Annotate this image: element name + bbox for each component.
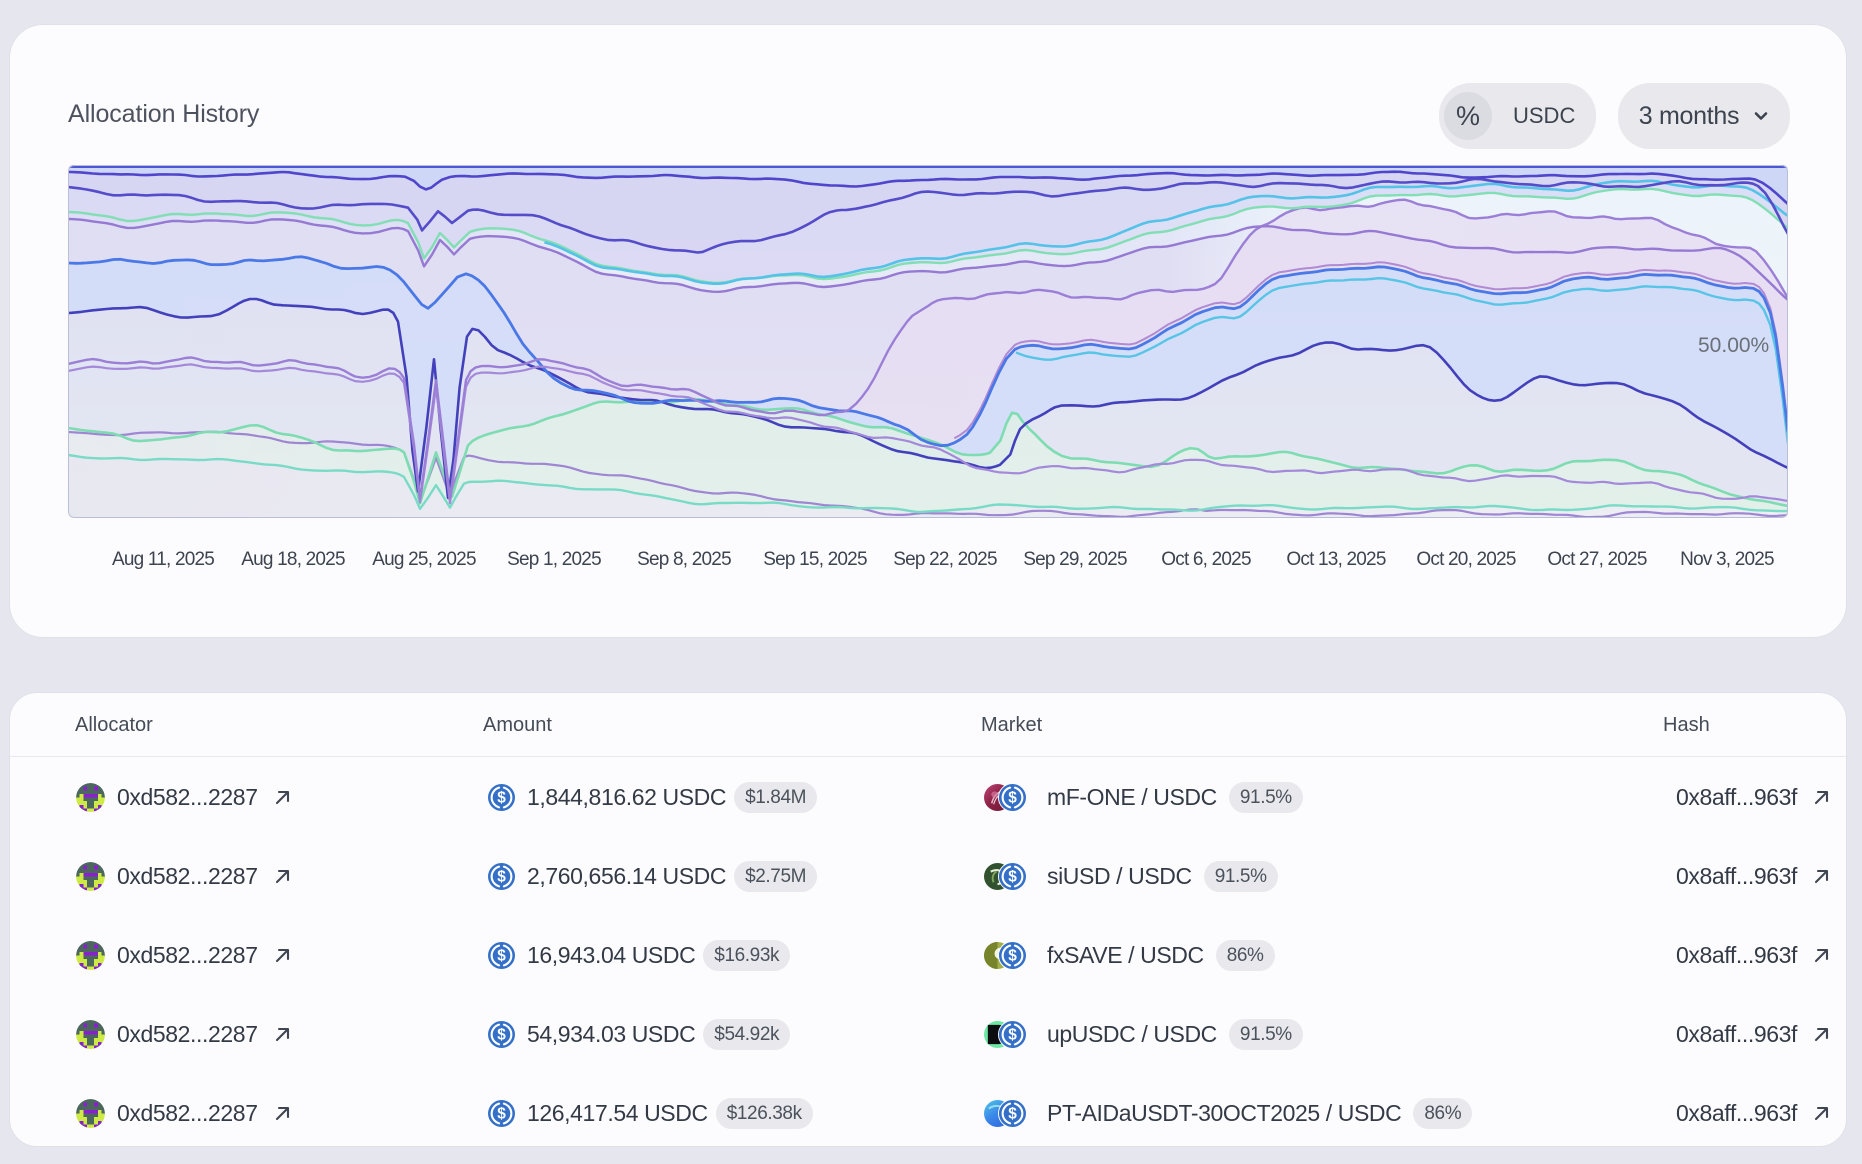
svg-text:$: $ xyxy=(497,1106,506,1123)
svg-text:$: $ xyxy=(1008,790,1017,807)
svg-text:$: $ xyxy=(497,790,506,807)
svg-text:$: $ xyxy=(1008,948,1017,965)
svg-text:$: $ xyxy=(497,948,506,965)
svg-text:$: $ xyxy=(1008,869,1017,886)
svg-text:$: $ xyxy=(1008,1027,1017,1044)
svg-text:$: $ xyxy=(497,1027,506,1044)
svg-text:$: $ xyxy=(497,869,506,886)
svg-text:$: $ xyxy=(1008,1106,1017,1123)
